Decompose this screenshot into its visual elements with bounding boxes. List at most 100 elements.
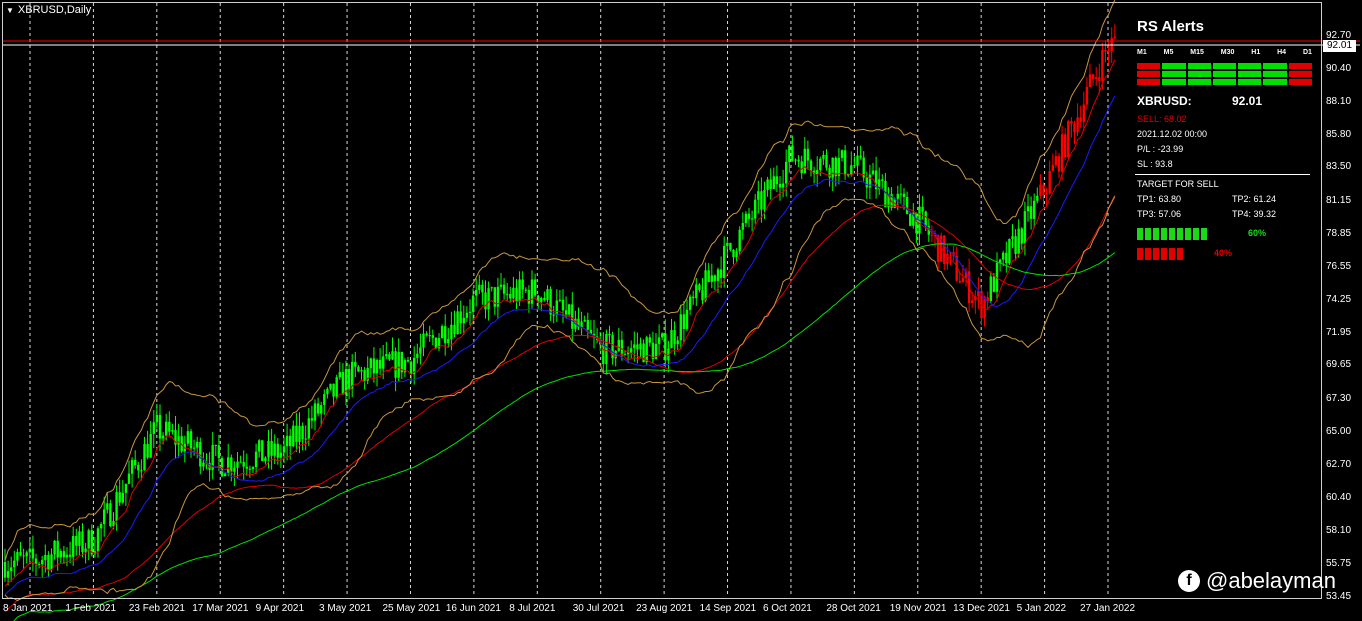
price-tick-label: 81.15 <box>1326 195 1352 207</box>
tp4-label: TP4: 39.32 <box>1232 209 1277 219</box>
date-tick-label: 1 Feb 2021 <box>65 603 117 614</box>
signal-cell <box>1263 79 1287 85</box>
date-tick-label: 17 Mar 2021 <box>192 603 249 614</box>
signal-cell <box>1263 71 1287 77</box>
date-tick-label: 9 Apr 2021 <box>255 603 305 614</box>
alerts-title: RS Alerts <box>1137 18 1204 35</box>
signal-cell <box>1162 71 1186 77</box>
signal-cell <box>1212 79 1237 85</box>
symbol-title[interactable]: ▼ XBRUSD,Daily <box>6 4 91 16</box>
price-tick-label: 90.40 <box>1326 62 1352 74</box>
signal-row <box>1137 71 1312 77</box>
stop-loss: SL : 93.8 <box>1137 159 1173 169</box>
signal-cell <box>1238 71 1262 77</box>
signal-cell <box>1137 71 1161 77</box>
date-tick-label: 5 Jan 2022 <box>1016 603 1067 614</box>
strength-bar-cell <box>1153 228 1159 240</box>
timeframe-label: M15 <box>1190 49 1204 56</box>
signal-cell <box>1162 79 1186 85</box>
rs-alerts-panel: RS Alerts M1 M5 M15 M30 H1 H4 D1 XBRUSD: 92.01… <box>1130 12 1320 272</box>
profit-loss: P/L : -23.99 <box>1137 144 1184 154</box>
price-tick-label: 71.95 <box>1326 326 1352 338</box>
date-tick-label: 16 Jun 2021 <box>445 603 501 614</box>
signal-cell <box>1187 79 1211 85</box>
date-tick-label: 8 Jan 2021 <box>3 603 53 614</box>
strength-bar-cell <box>1169 228 1175 240</box>
signal-cell <box>1137 79 1161 85</box>
price-tick-label: 88.10 <box>1326 95 1352 107</box>
timeframe-label: M1 <box>1137 49 1147 56</box>
strength-bar-cell <box>1137 228 1143 240</box>
price-tick-label: 60.40 <box>1326 491 1352 503</box>
strength-bar-cell <box>1201 228 1207 240</box>
strength-bar-cell <box>1137 248 1143 260</box>
signal-row <box>1137 79 1312 85</box>
signal-cell <box>1238 63 1262 69</box>
date-tick-label: 8 Jul 2021 <box>509 603 556 614</box>
facebook-icon: f <box>1178 570 1200 592</box>
signal-row <box>1137 63 1312 69</box>
signal-cell <box>1263 63 1287 69</box>
tp1-label: TP1: 63.80 <box>1137 194 1182 204</box>
price-tick-label: 69.65 <box>1326 359 1352 371</box>
date-tick-label: 25 May 2021 <box>382 603 441 614</box>
date-tick-label: 14 Sep 2021 <box>699 603 757 614</box>
price-tick-label: 58.10 <box>1326 524 1352 536</box>
strength-bar-cell <box>1145 228 1151 240</box>
red-percent: 40% <box>1214 248 1233 258</box>
timeframe-label: H1 <box>1251 49 1261 56</box>
symbol-label: XBRUSD,Daily <box>17 4 92 16</box>
tp2-label: TP2: 61.24 <box>1232 194 1277 204</box>
price-tick-label: 62.70 <box>1326 458 1352 470</box>
date-tick-label: 19 Nov 2021 <box>889 603 947 614</box>
green-percent: 60% <box>1248 228 1267 238</box>
timeframe-label: M30 <box>1220 49 1235 56</box>
sell-entry: SELL: 68.02 <box>1137 114 1187 124</box>
target-title: TARGET FOR SELL <box>1137 179 1219 189</box>
current-price-box: 92.01 <box>1323 40 1356 52</box>
date-tick-label: 3 May 2021 <box>319 603 372 614</box>
signal-cell <box>1187 71 1211 77</box>
strength-bar-cell <box>1185 228 1191 240</box>
signal-cell <box>1288 63 1312 69</box>
signal-cell <box>1137 63 1161 69</box>
green-strength-bar <box>1137 228 1207 240</box>
chart-frame <box>2 2 1322 599</box>
strength-bar-cell <box>1153 248 1159 260</box>
strength-bar-cell <box>1177 228 1183 240</box>
timeframe-label: D1 <box>1302 49 1312 56</box>
timeframe-row: M1 M5 M15 M30 H1 H4 D1 <box>1137 49 1312 56</box>
signal-cell <box>1212 63 1237 69</box>
date-tick-label: 23 Feb 2021 <box>128 603 185 614</box>
date-tick-label: 27 Jan 2022 <box>1080 603 1136 614</box>
date-tick-label: 23 Aug 2021 <box>636 603 693 614</box>
strength-bar-cell <box>1177 248 1183 260</box>
date-tick-label: 13 Dec 2021 <box>953 603 1010 614</box>
tp3-label: TP3: 57.06 <box>1137 209 1182 219</box>
signal-cell <box>1162 63 1186 69</box>
price-tick-label: 83.50 <box>1326 161 1352 173</box>
timeframe-label: M5 <box>1163 49 1174 56</box>
price-tick-label: 74.25 <box>1326 293 1352 305</box>
signal-cell <box>1288 79 1312 85</box>
pair-label: XBRUSD: <box>1137 94 1192 108</box>
strength-bar-cell <box>1169 248 1175 260</box>
signal-cell <box>1187 63 1211 69</box>
price-tick-label: 85.80 <box>1326 128 1352 140</box>
pair-price: 92.01 <box>1232 94 1263 108</box>
strength-bar-cell <box>1145 248 1151 260</box>
date-tick-label: 30 Jul 2021 <box>572 603 625 614</box>
dropdown-triangle-icon[interactable]: ▼ <box>6 6 14 15</box>
price-tick-label: 65.00 <box>1326 425 1352 437</box>
date-tick-label: 6 Oct 2021 <box>762 603 812 614</box>
strength-bar-cell <box>1161 248 1167 260</box>
price-tick-label: 78.85 <box>1326 227 1352 239</box>
divider <box>1135 174 1310 175</box>
signal-cell <box>1238 79 1262 85</box>
strength-bar-cell <box>1193 228 1199 240</box>
timeframe-label: H4 <box>1277 49 1287 56</box>
signal-grid <box>1137 63 1312 87</box>
signal-date: 2021.12.02 00:00 <box>1137 129 1208 139</box>
watermark: f @abelayman <box>1178 568 1336 594</box>
red-strength-bar <box>1137 248 1183 260</box>
